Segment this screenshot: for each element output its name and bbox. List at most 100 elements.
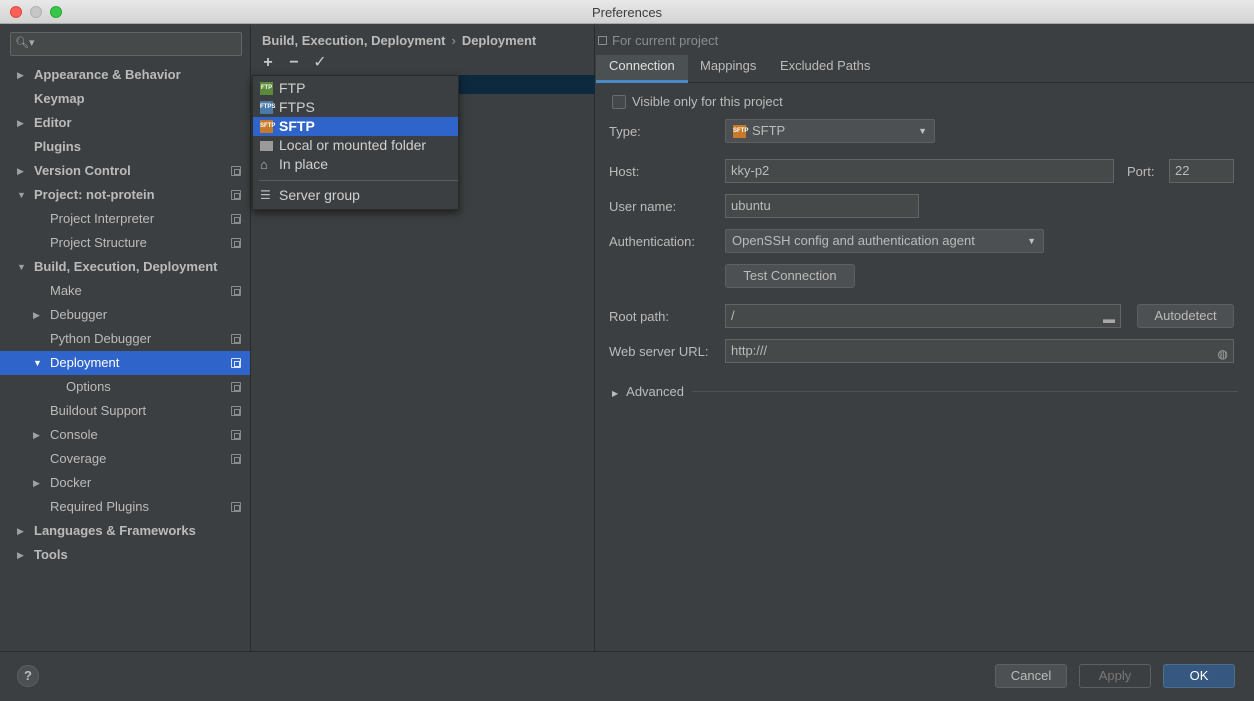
tree-item-label: Required Plugins bbox=[50, 499, 150, 514]
folder-browse-icon[interactable]: ▬ bbox=[1103, 308, 1115, 330]
server-list-selected-row[interactable] bbox=[452, 75, 595, 94]
chevron-right-icon[interactable]: ▶ bbox=[17, 543, 24, 567]
tree-item-label: Coverage bbox=[50, 451, 107, 466]
visible-only-checkbox[interactable] bbox=[612, 95, 626, 109]
project-scope-icon bbox=[231, 190, 241, 200]
preferences-window: Preferences 🔍︎▾ ▶ Appearance & Behavior Ke… bbox=[0, 0, 1254, 701]
visible-only-label[interactable]: Visible only for this project bbox=[632, 94, 783, 109]
tree-item-options[interactable]: Options bbox=[0, 375, 250, 399]
authentication-select[interactable]: OpenSSH config and authentication agent … bbox=[725, 229, 1044, 253]
connection-settings-panel: For current project Connection Mappings … bbox=[596, 25, 1254, 651]
set-default-button[interactable]: ✓ bbox=[310, 53, 330, 73]
apply-button[interactable]: Apply bbox=[1079, 664, 1151, 688]
root-path-input[interactable]: / ▬ bbox=[725, 304, 1121, 328]
project-scope-icon bbox=[231, 286, 241, 296]
tree-item-languages-frameworks[interactable]: ▶ Languages & Frameworks bbox=[0, 519, 250, 543]
chevron-down-icon[interactable]: ▼ bbox=[17, 183, 26, 207]
chevron-right-icon[interactable]: ▶ bbox=[17, 159, 24, 183]
chevron-right-icon[interactable]: ▶ bbox=[17, 63, 24, 87]
add-server-type-popup: FTP FTP FTPS FTPS SFTP SFTP Local or mou… bbox=[252, 75, 459, 210]
advanced-label: Advanced bbox=[626, 384, 684, 399]
chevron-right-icon[interactable]: ▶ bbox=[33, 471, 40, 495]
tree-item-project-not-protein[interactable]: ▼ Project: not-protein bbox=[0, 183, 250, 207]
root-path-value: / bbox=[731, 308, 735, 323]
breadcrumb: Build, Execution, Deployment › Deployment bbox=[262, 33, 536, 48]
settings-tree-panel: 🔍︎▾ ▶ Appearance & Behavior Keymap ▶ Editor P… bbox=[0, 25, 251, 651]
web-server-url-label: Web server URL: bbox=[609, 344, 709, 359]
popup-item-label: FTP bbox=[279, 80, 306, 96]
user-name-input[interactable]: ubuntu bbox=[725, 194, 919, 218]
tree-item-project-structure[interactable]: Project Structure bbox=[0, 231, 250, 255]
tree-item-label: Console bbox=[50, 427, 98, 442]
chevron-right-icon[interactable]: ▶ bbox=[17, 519, 24, 543]
popup-separator bbox=[259, 180, 458, 181]
tree-item-tools[interactable]: ▶ Tools bbox=[0, 543, 250, 567]
tab-mappings[interactable]: Mappings bbox=[687, 55, 769, 83]
tree-item-python-debugger[interactable]: Python Debugger bbox=[0, 327, 250, 351]
popup-item-local-folder[interactable]: Local or mounted folder bbox=[253, 136, 458, 155]
tab-connection[interactable]: Connection bbox=[596, 55, 688, 83]
tree-item-debugger[interactable]: ▶ Debugger bbox=[0, 303, 250, 327]
tree-item-appearance-behavior[interactable]: ▶ Appearance & Behavior bbox=[0, 63, 250, 87]
host-label: Host: bbox=[609, 164, 640, 179]
settings-search-input[interactable]: 🔍︎▾ bbox=[10, 32, 242, 56]
cancel-button[interactable]: Cancel bbox=[995, 664, 1067, 688]
project-scope-icon bbox=[598, 36, 607, 45]
tree-item-coverage[interactable]: Coverage bbox=[0, 447, 250, 471]
project-scope-icon bbox=[231, 358, 241, 368]
tree-item-buildout-support[interactable]: Buildout Support bbox=[0, 399, 250, 423]
tree-item-label: Python Debugger bbox=[50, 331, 152, 346]
host-input[interactable]: kky-p2 bbox=[725, 159, 1114, 183]
tree-item-deployment[interactable]: ▼ Deployment bbox=[0, 351, 250, 375]
tree-item-label: Docker bbox=[50, 475, 92, 490]
popup-item-ftp[interactable]: FTP FTP bbox=[253, 79, 458, 98]
tree-item-keymap[interactable]: Keymap bbox=[0, 87, 250, 111]
popup-item-server-group[interactable]: ☰ Server group bbox=[253, 186, 458, 205]
tree-item-version-control[interactable]: ▶ Version Control bbox=[0, 159, 250, 183]
tree-item-label: Make bbox=[50, 283, 82, 298]
window-title: Preferences bbox=[591, 5, 663, 20]
tree-item-make[interactable]: Make bbox=[0, 279, 250, 303]
popup-item-in-place[interactable]: ⌂ In place bbox=[253, 155, 458, 174]
sftp-icon: SFTP bbox=[733, 125, 748, 138]
popup-item-ftps[interactable]: FTPS FTPS bbox=[253, 98, 458, 117]
tree-item-project-interpreter[interactable]: Project Interpreter bbox=[0, 207, 250, 231]
autodetect-button[interactable]: Autodetect bbox=[1137, 304, 1234, 328]
tree-item-label: Project Interpreter bbox=[50, 211, 155, 226]
chevron-down-icon[interactable]: ▼ bbox=[17, 255, 26, 279]
project-scope-icon bbox=[231, 214, 241, 224]
ok-button[interactable]: OK bbox=[1163, 664, 1235, 688]
chevron-down-icon[interactable]: ▼ bbox=[33, 351, 42, 375]
globe-icon[interactable]: ◍ bbox=[1218, 343, 1228, 365]
chevron-right-icon[interactable]: ▶ bbox=[17, 111, 24, 135]
advanced-section-toggle[interactable]: ▶ Advanced bbox=[612, 384, 684, 399]
web-server-url-input[interactable]: http:/// ◍ bbox=[725, 339, 1234, 363]
tree-item-required-plugins[interactable]: Required Plugins bbox=[0, 495, 250, 519]
breadcrumb-parent[interactable]: Build, Execution, Deployment bbox=[262, 33, 445, 48]
tab-excluded-paths[interactable]: Excluded Paths bbox=[767, 55, 883, 83]
user-name-label: User name: bbox=[609, 199, 677, 214]
tree-item-docker[interactable]: ▶ Docker bbox=[0, 471, 250, 495]
type-select[interactable]: SFTP SFTP ▼ bbox=[725, 119, 935, 143]
tree-item-build-execution-deployment[interactable]: ▼ Build, Execution, Deployment bbox=[0, 255, 250, 279]
tree-item-label: Editor bbox=[34, 115, 72, 130]
port-input[interactable]: 22 bbox=[1169, 159, 1234, 183]
chevron-right-icon[interactable]: ▶ bbox=[33, 303, 40, 327]
popup-item-sftp[interactable]: SFTP SFTP bbox=[253, 117, 458, 136]
tree-item-label: Languages & Frameworks bbox=[34, 523, 196, 538]
tree-item-console[interactable]: ▶ Console bbox=[0, 423, 250, 447]
test-connection-button[interactable]: Test Connection bbox=[725, 264, 855, 288]
remove-server-button[interactable]: − bbox=[284, 53, 304, 73]
project-scope-icon bbox=[231, 166, 241, 176]
add-server-button[interactable]: + bbox=[258, 53, 278, 73]
help-button[interactable]: ? bbox=[17, 665, 39, 687]
settings-tabs: Connection Mappings Excluded Paths bbox=[596, 55, 1254, 83]
project-scope-icon bbox=[231, 406, 241, 416]
tree-item-label: Project: not-protein bbox=[34, 187, 155, 202]
port-label: Port: bbox=[1127, 164, 1155, 179]
sftp-icon: SFTP bbox=[260, 120, 275, 133]
chevron-right-icon[interactable]: ▶ bbox=[33, 423, 40, 447]
tree-item-plugins[interactable]: Plugins bbox=[0, 135, 250, 159]
popup-item-label: Local or mounted folder bbox=[279, 137, 427, 153]
tree-item-editor[interactable]: ▶ Editor bbox=[0, 111, 250, 135]
